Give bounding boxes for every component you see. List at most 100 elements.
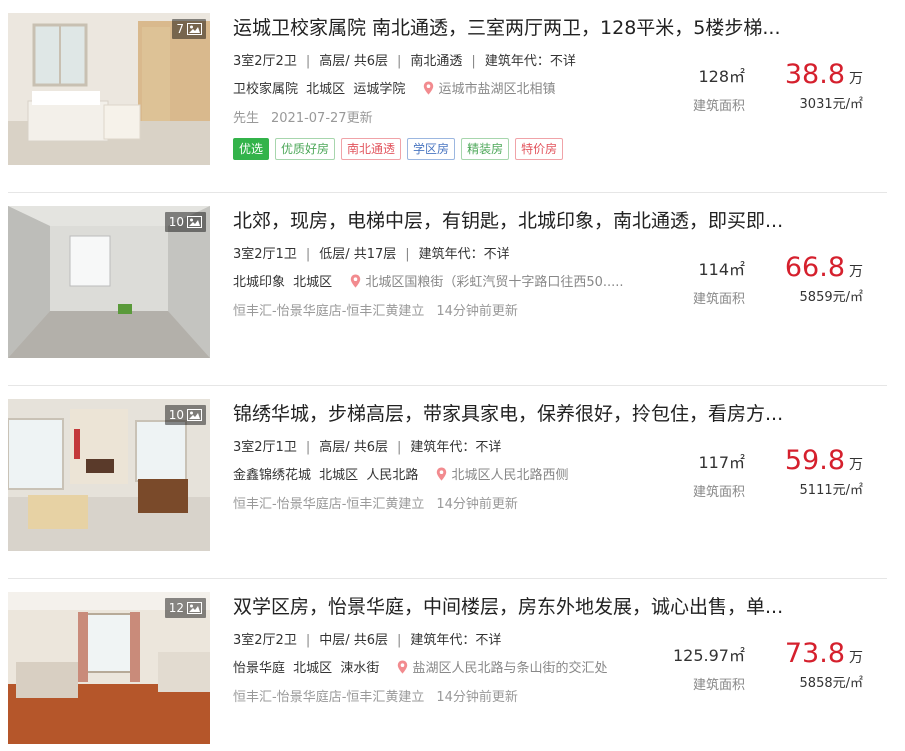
price-block: 38.8 万 3031元/㎡ <box>753 58 863 114</box>
district-link[interactable]: 北城区 <box>306 82 345 97</box>
area-block: 117㎡ 建筑面积 <box>655 452 745 502</box>
price-unit: 万 <box>849 457 863 473</box>
photo-count-badge: 10 <box>164 405 206 425</box>
build-year: 建筑年代：不详 <box>418 247 510 262</box>
address-text: 北城区国粮街（彩虹汽贸十字路口往西50..... <box>365 275 624 290</box>
price-unit: 万 <box>849 650 863 666</box>
unit-price: 5859元/㎡ <box>799 290 863 305</box>
listing-item[interactable]: 12 双学区房，怡景华庭，中间楼层，房东外地发展，诚心出售，单... 3室2厅2… <box>0 579 905 751</box>
update-time: 14分钟前更新 <box>436 497 518 512</box>
listing-photo[interactable]: 10 <box>8 206 210 358</box>
floor-info: 低层/ 共17层 <box>319 247 397 262</box>
district-link[interactable]: 北城区 <box>293 275 332 290</box>
map-pin-icon <box>437 467 447 481</box>
listing-title[interactable]: 北郊，现房，电梯中层，有钥匙，北城印象，南北通透，即买即... <box>233 207 813 235</box>
photo-count-badge: 7 <box>172 19 206 39</box>
photo-count: 10 <box>168 215 184 229</box>
community-link[interactable]: 卫校家属院 <box>233 82 298 97</box>
listing-title[interactable]: 双学区房，怡景华庭，中间楼层，房东外地发展，诚心出售，单... <box>233 593 813 621</box>
tag-list: 优选 优质好房 南北通透 学区房 精装房 特价房 <box>233 138 564 160</box>
address: 北城区人民北路西侧 <box>436 467 568 483</box>
build-year: 建筑年代：不详 <box>410 633 502 648</box>
community-link[interactable]: 金鑫锦绣花城 <box>233 468 311 483</box>
district-link[interactable]: 北城区 <box>293 661 332 676</box>
listing-list: 7 运城卫校家属院 南北通透，三室两厅两卫，128平米，5楼步梯... 3室2厅… <box>0 0 905 751</box>
floor-info: 高层/ 共6层 <box>319 54 389 69</box>
map-pin-icon <box>351 274 361 288</box>
price-unit: 万 <box>849 71 863 87</box>
divider: | <box>305 633 311 648</box>
district-link[interactable]: 北城区 <box>319 468 358 483</box>
build-year: 建筑年代：不详 <box>410 440 502 455</box>
address-text: 运城市盐湖区北相镇 <box>438 82 556 97</box>
divider: | <box>305 440 311 455</box>
listing-photo[interactable]: 10 <box>8 399 210 551</box>
listing-location: 怡景华庭 北城区 涑水街 盐湖区人民北路与条山街的交汇处 <box>233 660 607 678</box>
area-block: 128㎡ 建筑面积 <box>655 66 745 116</box>
floor-info: 高层/ 共6层 <box>319 440 389 455</box>
photo-count: 12 <box>168 601 184 615</box>
community-link[interactable]: 北城印象 <box>233 275 285 290</box>
unit-price: 5858元/㎡ <box>799 676 863 691</box>
agent-info: 恒丰汇-怡景华庭店-恒丰汇黄建立 14分钟前更新 <box>233 689 518 707</box>
photo-count: 7 <box>176 22 184 36</box>
area-link[interactable]: 涑水街 <box>340 661 379 676</box>
agent-info: 恒丰汇-怡景华庭店-恒丰汇黄建立 14分钟前更新 <box>233 303 518 321</box>
unit-price: 5111元/㎡ <box>799 483 863 498</box>
map-pin-icon <box>398 660 408 674</box>
photo-count-badge: 10 <box>164 212 206 232</box>
room-layout: 3室2厅1卫 <box>233 440 297 455</box>
floor-area-label: 建筑面积 <box>692 99 745 114</box>
room-layout: 3室2厅2卫 <box>233 54 297 69</box>
room-layout: 3室2厅2卫 <box>233 633 297 648</box>
map-pin-icon <box>424 81 434 95</box>
photo-count-badge: 12 <box>164 598 206 618</box>
price-block: 66.8 万 5859元/㎡ <box>753 251 863 307</box>
divider: | <box>305 247 311 262</box>
floor-area: 114㎡ <box>698 260 745 279</box>
listing-title[interactable]: 锦绣华城，步梯高层，带家具家电，保养很好，拎包住，看房方... <box>233 400 813 428</box>
floor-area: 125.97㎡ <box>673 646 745 665</box>
address: 盐湖区人民北路与条山街的交汇处 <box>397 660 607 676</box>
photo-count: 10 <box>168 408 184 422</box>
listing-location: 卫校家属院 北城区 运城学院 运城市盐湖区北相镇 <box>233 81 555 99</box>
floor-area: 117㎡ <box>698 453 745 472</box>
tag-quality: 优质好房 <box>275 138 336 160</box>
floor-info: 中层/ 共6层 <box>319 633 389 648</box>
floor-area-label: 建筑面积 <box>692 292 745 307</box>
update-time: 2021-07-27更新 <box>271 111 373 126</box>
listing-item[interactable]: 10 北郊，现房，电梯中层，有钥匙，北城印象，南北通透，即买即... 3室2厅1… <box>0 193 905 386</box>
listing-meta: 3室2厅2卫 | 中层/ 共6层 | 建筑年代：不详 <box>233 632 501 650</box>
unit-price: 3031元/㎡ <box>799 97 863 112</box>
area-link[interactable]: 运城学院 <box>353 82 405 97</box>
tag-special-price: 特价房 <box>515 138 564 160</box>
listing-item[interactable]: 7 运城卫校家属院 南北通透，三室两厅两卫，128平米，5楼步梯... 3室2厅… <box>0 0 905 193</box>
listing-photo[interactable]: 12 <box>8 592 210 744</box>
address: 运城市盐湖区北相镇 <box>423 81 556 97</box>
listing-location: 金鑫锦绣花城 北城区 人民北路 北城区人民北路西侧 <box>233 467 568 485</box>
divider: | <box>397 54 402 69</box>
update-time: 14分钟前更新 <box>436 690 518 705</box>
picture-icon <box>187 409 202 421</box>
agent-info: 恒丰汇-怡景华庭店-恒丰汇黄建立 14分钟前更新 <box>233 496 518 514</box>
orientation: 南北通透 <box>410 54 463 69</box>
tag-decoration: 精装房 <box>461 138 510 160</box>
build-year: 建筑年代：不详 <box>484 54 576 69</box>
listing-photo[interactable]: 7 <box>8 13 210 165</box>
listing-meta: 3室2厅1卫 | 高层/ 共6层 | 建筑年代：不详 <box>233 439 501 457</box>
tag-school: 学区房 <box>407 138 456 160</box>
area-link[interactable]: 人民北路 <box>366 468 418 483</box>
divider: | <box>405 247 410 262</box>
agent-name: 先生 <box>233 111 260 126</box>
listing-item[interactable]: 10 锦绣华城，步梯高层，带家具家电，保养很好，拎包住，看房方... 3室2厅1… <box>0 386 905 579</box>
picture-icon <box>187 602 202 614</box>
listing-meta: 3室2厅1卫 | 低层/ 共17层 | 建筑年代：不详 <box>233 246 510 264</box>
community-link[interactable]: 怡景华庭 <box>233 661 285 676</box>
agent-name: 恒丰汇-怡景华庭店-恒丰汇黄建立 <box>233 497 425 512</box>
price-block: 59.8 万 5111元/㎡ <box>753 444 863 500</box>
listing-title[interactable]: 运城卫校家属院 南北通透，三室两厅两卫，128平米，5楼步梯... <box>233 14 813 42</box>
price-unit: 万 <box>849 264 863 280</box>
update-time: 14分钟前更新 <box>436 304 518 319</box>
listing-location: 北城印象 北城区 北城区国粮街（彩虹汽贸十字路口往西50..... <box>233 274 624 292</box>
area-block: 114㎡ 建筑面积 <box>655 259 745 309</box>
